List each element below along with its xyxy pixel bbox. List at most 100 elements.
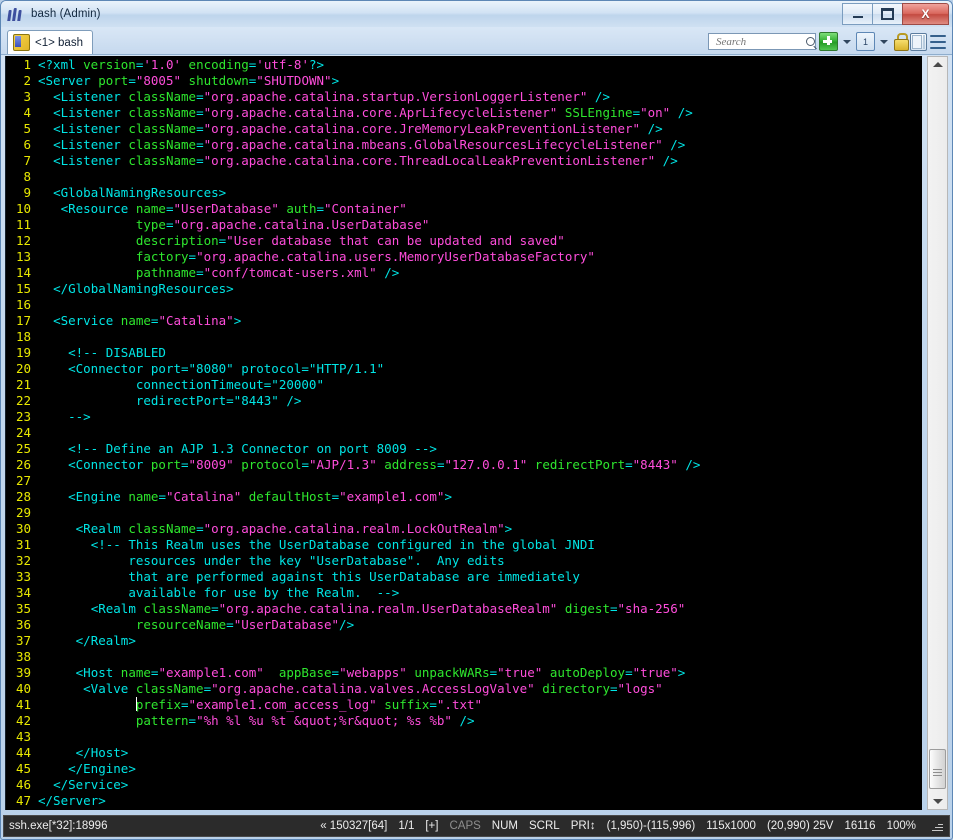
code-token-val: "Container" (324, 201, 407, 216)
status-scroll-lock: SCRL (529, 820, 560, 832)
code-token-tag: = (226, 617, 234, 632)
search-box[interactable] (708, 33, 816, 50)
search-icon (806, 37, 815, 46)
status-bytes: 16116 (844, 820, 876, 832)
code-text: <Realm className="org.apache.catalina.re… (38, 601, 686, 617)
code-token-val: "8443" (632, 457, 678, 472)
maximize-button[interactable] (872, 3, 903, 25)
close-button[interactable]: X (902, 3, 949, 25)
code-text: factory="org.apache.catalina.users.Memor… (38, 249, 595, 265)
scroll-up-arrow-icon[interactable] (928, 57, 947, 72)
code-token-tag: = (609, 681, 618, 696)
code-text: </Host> (38, 745, 129, 761)
code-text: <Service name="Catalina"> (38, 313, 241, 329)
hamburger-menu-icon[interactable] (930, 34, 946, 49)
line-number: 15 (15, 281, 31, 296)
line-number: 18 (15, 329, 31, 344)
vertical-scrollbar[interactable] (927, 56, 948, 810)
code-token-tag: = (632, 105, 641, 120)
code-token-tag: = (429, 697, 437, 712)
app-logo-icon (7, 5, 25, 23)
line-number: 44 (15, 745, 31, 760)
status-process: ssh.exe[*32]:18996 (9, 820, 108, 832)
code-token-val: "org.apache.catalina.core.AprLifecycleLi… (203, 105, 558, 120)
code-token-tag: = (196, 121, 204, 136)
code-token-tag: </Host> (75, 745, 129, 760)
code-token-tag: <Listener (53, 105, 129, 120)
code-line: 43 (6, 729, 922, 745)
code-token-val: "example1.com" (158, 665, 264, 680)
line-number: 20 (15, 361, 31, 376)
code-text: <Listener className="org.apache.catalina… (38, 153, 678, 169)
line-number: 41 (15, 697, 31, 712)
split-view-chevron-down-icon[interactable] (880, 39, 888, 44)
line-number: 8 (23, 169, 31, 184)
code-token-attr: className (128, 105, 197, 120)
resize-grip-icon[interactable] (930, 819, 944, 833)
line-number: 9 (23, 185, 31, 200)
title-bar: bash (Admin) X (1, 1, 952, 28)
status-caps-lock: CAPS (449, 820, 481, 832)
code-text: <Host name="example1.com" appBase="webap… (38, 665, 686, 681)
code-token-attr: port (150, 457, 182, 472)
line-number: 32 (15, 553, 31, 568)
code-text: resourceName="UserDatabase"/> (38, 617, 354, 633)
code-token-val: "on" (640, 105, 671, 120)
line-number: 27 (15, 473, 31, 488)
code-line: 37 </Realm> (6, 633, 922, 649)
code-line: 44 </Host> (6, 745, 922, 761)
code-token-attr: shutdown (188, 73, 249, 88)
code-text: </Realm> (38, 633, 136, 649)
minimize-button[interactable] (842, 3, 873, 25)
code-line: 10 <Resource name="UserDatabase" auth="C… (6, 201, 922, 217)
minimize-icon (852, 13, 863, 18)
padlock-icon[interactable] (893, 33, 909, 51)
code-token-tag: <Resource (60, 201, 136, 216)
code-token-attr: protocol (241, 457, 302, 472)
code-text: <?xml version='1.0' encoding='utf-8'?> (38, 57, 324, 73)
code-token-tag: = (301, 457, 309, 472)
code-line: 33 that are performed against this UserD… (6, 569, 922, 585)
plus-icon[interactable] (819, 32, 838, 51)
status-insert-mode: [+] (425, 820, 439, 832)
code-line: 36 resourceName="UserDatabase"/> (6, 617, 922, 633)
line-number: 28 (15, 489, 31, 504)
scroll-down-arrow-icon[interactable] (928, 794, 947, 809)
sidebar-toggle-icon[interactable] (910, 32, 927, 51)
line-number: 42 (15, 713, 31, 728)
code-token-val: "true" (497, 665, 543, 680)
new-session-control[interactable] (819, 32, 838, 51)
code-editor-content[interactable]: 1 <?xml version='1.0' encoding='utf-8'?> 2… (6, 56, 922, 809)
code-token-tag (557, 105, 565, 120)
code-token-tag: ?> (308, 57, 325, 72)
new-session-chevron-down-icon[interactable] (843, 39, 851, 44)
code-token-attr: className (143, 601, 212, 616)
tab-bash-session[interactable]: <1> bash (7, 30, 93, 54)
code-text: <Engine name="Catalina" defaultHost="exa… (38, 489, 452, 505)
code-token-tag: = (489, 665, 498, 680)
code-line: 39 <Host name="example1.com" appBase="we… (6, 665, 922, 681)
code-token-attr: className (128, 153, 197, 168)
search-input[interactable] (714, 34, 806, 49)
code-token-tag: </Service> (53, 777, 129, 792)
split-view-button[interactable]: 1 (856, 32, 875, 51)
code-token-val: "AJP/1.3" (308, 457, 377, 472)
code-line: 20 <Connector port="8080" protocol="HTTP… (6, 361, 922, 377)
terminal-viewport[interactable]: 1 <?xml version='1.0' encoding='utf-8'?> 2… (5, 56, 922, 810)
scroll-thumb[interactable] (929, 749, 946, 789)
code-line: 41 prefix="example1.com_access_log" suff… (6, 697, 922, 713)
code-token-comment: <!-- DISABLED (68, 345, 166, 360)
code-token-tag: <Service (53, 313, 121, 328)
code-token-tag: = (331, 489, 340, 504)
code-token-tag: = (196, 89, 204, 104)
code-token-tag: = (196, 265, 204, 280)
code-text: </Server> (38, 793, 106, 809)
code-token-tag: = (158, 489, 166, 504)
